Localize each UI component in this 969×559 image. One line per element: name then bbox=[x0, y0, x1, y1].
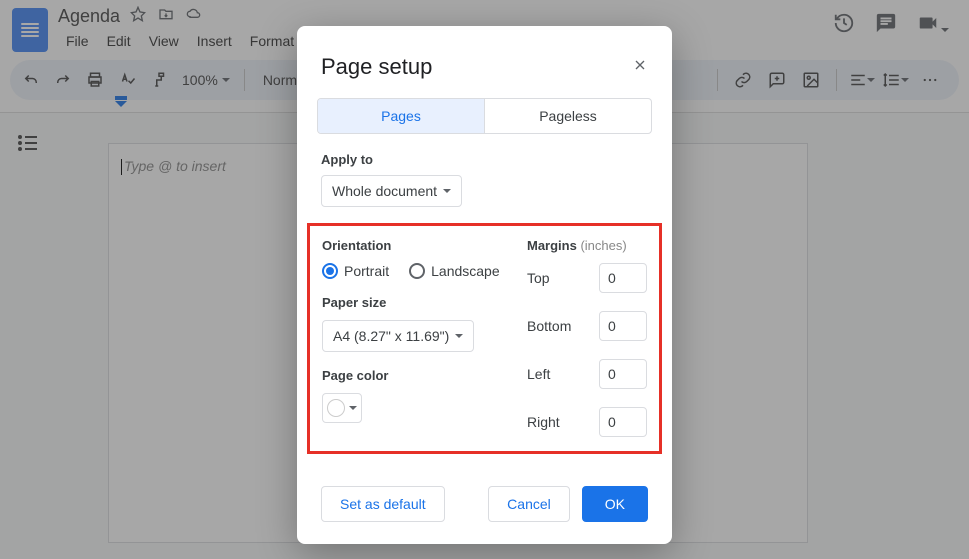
page-setup-dialog: Page setup Pages Pageless Apply to Whole… bbox=[297, 26, 672, 544]
cancel-button[interactable]: Cancel bbox=[488, 486, 570, 522]
chevron-down-icon bbox=[443, 189, 451, 193]
close-button[interactable] bbox=[632, 57, 648, 78]
orientation-portrait[interactable]: Portrait bbox=[322, 263, 389, 279]
margin-top-label: Top bbox=[527, 270, 550, 286]
margin-right-input[interactable] bbox=[599, 407, 647, 437]
page-color-select[interactable] bbox=[322, 393, 362, 423]
chevron-down-icon bbox=[349, 406, 357, 410]
chevron-down-icon bbox=[455, 334, 463, 338]
margin-left-label: Left bbox=[527, 366, 550, 382]
tab-pages[interactable]: Pages bbox=[318, 99, 484, 133]
highlight-box: Orientation Portrait Landscape Paper siz… bbox=[307, 223, 662, 454]
orientation-landscape[interactable]: Landscape bbox=[409, 263, 500, 279]
apply-to-select[interactable]: Whole document bbox=[321, 175, 462, 207]
margins-label: Margins (inches) bbox=[527, 238, 647, 253]
page-color-label: Page color bbox=[322, 368, 507, 383]
radio-selected-icon bbox=[322, 263, 338, 279]
apply-to-label: Apply to bbox=[297, 152, 672, 167]
set-default-button[interactable]: Set as default bbox=[321, 486, 445, 522]
tab-pageless[interactable]: Pageless bbox=[484, 99, 651, 133]
dialog-title: Page setup bbox=[321, 54, 432, 80]
ok-button[interactable]: OK bbox=[582, 486, 648, 522]
margin-right-label: Right bbox=[527, 414, 560, 430]
margin-top-input[interactable] bbox=[599, 263, 647, 293]
paper-size-label: Paper size bbox=[322, 295, 507, 310]
radio-icon bbox=[409, 263, 425, 279]
margin-bottom-input[interactable] bbox=[599, 311, 647, 341]
margin-left-input[interactable] bbox=[599, 359, 647, 389]
margin-bottom-label: Bottom bbox=[527, 318, 571, 334]
orientation-label: Orientation bbox=[322, 238, 507, 253]
dialog-tabs: Pages Pageless bbox=[317, 98, 652, 134]
paper-size-select[interactable]: A4 (8.27" x 11.69") bbox=[322, 320, 474, 352]
color-swatch-icon bbox=[327, 399, 345, 417]
